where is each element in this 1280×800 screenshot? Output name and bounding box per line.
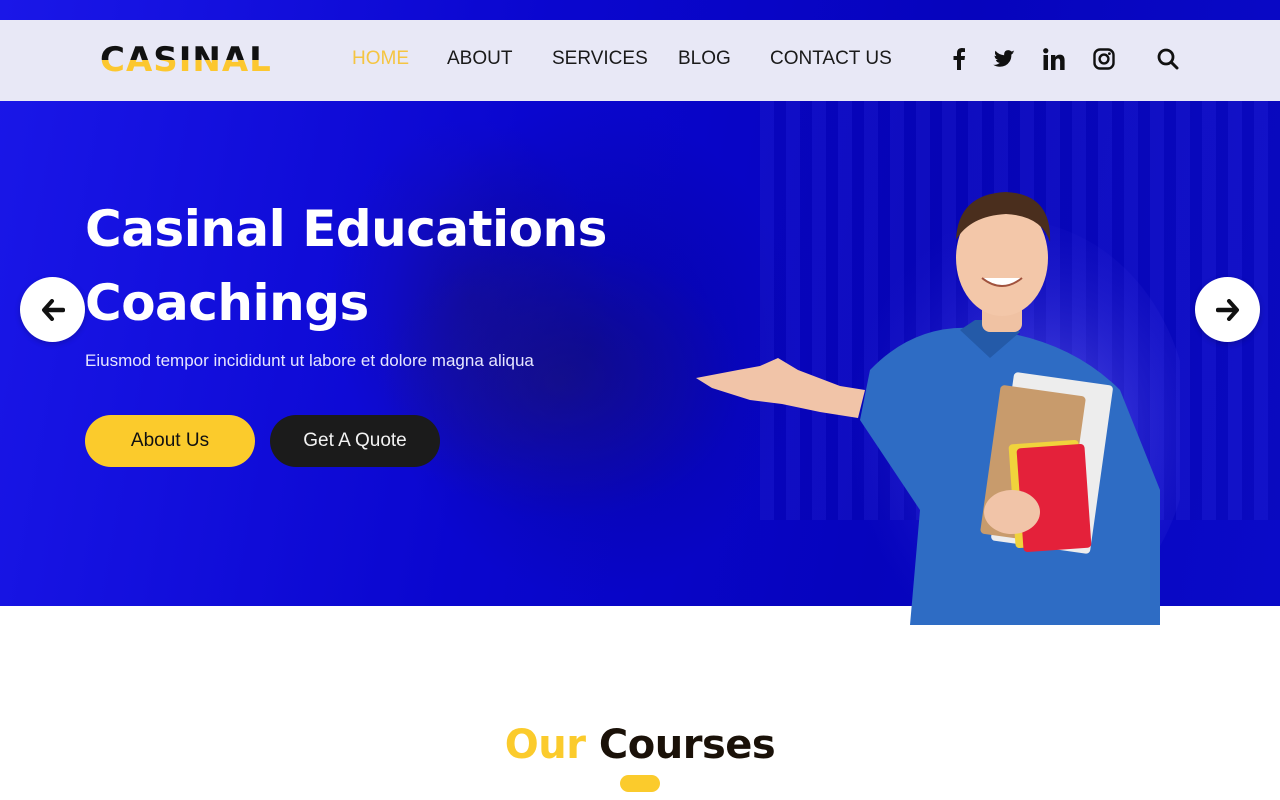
title-underline	[620, 775, 660, 792]
nav-home[interactable]: HOME	[352, 48, 409, 70]
hero-title-line1: Casinal Educations	[85, 200, 607, 258]
instagram-icon[interactable]	[1091, 46, 1117, 72]
nav-blog[interactable]: BLOG	[678, 48, 731, 70]
hero-title: Casinal Educations Coachings	[85, 192, 645, 340]
brand-logo[interactable]: CASINAL	[100, 43, 272, 77]
arrow-left-icon	[41, 298, 65, 321]
slider-next-button[interactable]	[1195, 277, 1260, 342]
arrow-right-icon	[1215, 298, 1239, 321]
get-a-quote-button[interactable]: Get A Quote	[270, 415, 440, 467]
student-image	[696, 192, 1180, 625]
nav-about[interactable]: ABOUT	[447, 48, 512, 70]
slider-prev-button[interactable]	[20, 277, 85, 342]
courses-section-title: Our Courses	[0, 718, 1280, 772]
courses-title-main: Courses	[598, 722, 776, 768]
about-us-button[interactable]: About Us	[85, 415, 255, 467]
facebook-icon[interactable]	[946, 46, 972, 72]
twitter-icon[interactable]	[991, 46, 1017, 72]
nav-contact-us[interactable]: CONTACT US	[770, 48, 892, 70]
hero-subtitle: Eiusmod tempor incididunt ut labore et d…	[85, 351, 534, 370]
navbar: CASINAL HOME ABOUT SERVICES BLOG CONTACT…	[0, 20, 1280, 101]
courses-title-accent: Our	[504, 722, 586, 768]
hero-title-line2: Coachings	[85, 274, 369, 332]
linkedin-icon[interactable]	[1041, 46, 1067, 72]
search-icon[interactable]	[1155, 46, 1181, 72]
nav-services[interactable]: SERVICES	[552, 48, 648, 70]
